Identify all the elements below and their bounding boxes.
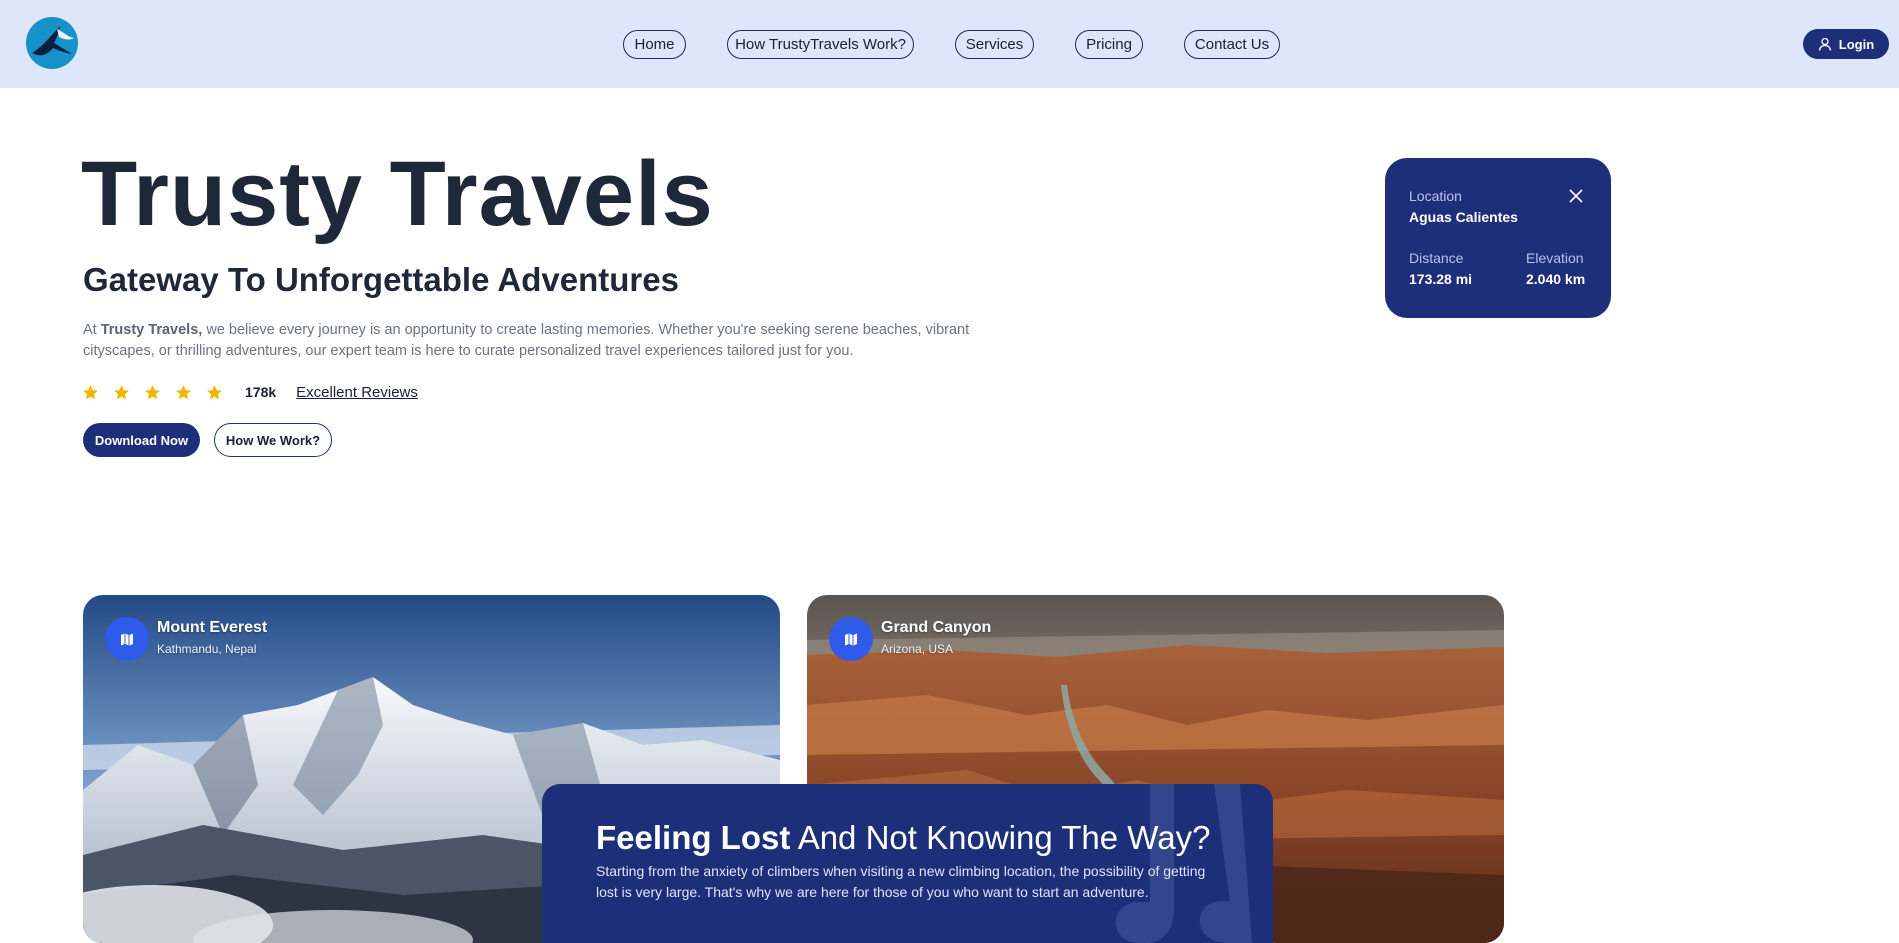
user-icon [1818, 37, 1831, 51]
nav-pricing[interactable]: Pricing [1075, 30, 1143, 59]
nav-home[interactable]: Home [623, 30, 686, 59]
top-navigation-bar: Home How TrustyTravels Work? Services Pr… [0, 0, 1899, 88]
feeling-lost-description: Starting from the anxiety of climbers wh… [596, 863, 1206, 900]
star-icon [145, 384, 160, 399]
nav-contact-us[interactable]: Contact Us [1184, 30, 1280, 59]
login-button[interactable]: Login [1803, 29, 1889, 59]
hero-title: Trusty Travels [81, 143, 714, 245]
elevation-value: 2.040 km [1526, 271, 1586, 287]
destination-place: Arizona, USA [881, 642, 954, 656]
hero-desc-prefix: At [83, 322, 101, 338]
star-icon [83, 384, 98, 399]
nav-services[interactable]: Services [955, 30, 1034, 59]
destination-name: Mount Everest [157, 619, 268, 636]
feeling-lost-title-rest: And Not Knowing The Way? [790, 819, 1211, 856]
location-label: Location [1409, 188, 1462, 204]
login-label: Login [1838, 36, 1875, 52]
how-we-work-button[interactable]: How We Work? [214, 423, 332, 457]
review-count: 178k [245, 384, 277, 400]
download-now-button[interactable]: Download Now [83, 423, 200, 457]
rating-row: 178k Excellent Reviews [82, 380, 418, 404]
star-icon [176, 384, 191, 399]
distance-value: 173.28 mi [1409, 271, 1473, 287]
star-icon [114, 384, 129, 399]
map-icon [121, 633, 133, 646]
elevation-label: Elevation [1526, 250, 1584, 266]
star-rating [82, 384, 237, 401]
location-value: Aguas Calientes [1409, 209, 1518, 225]
hero-description: At Trusty Travels, we believe every jour… [83, 320, 1003, 362]
star-icon [207, 384, 222, 399]
map-pin-button[interactable] [105, 617, 149, 661]
hero-subtitle: Gateway To Unforgettable Adventures [83, 261, 679, 298]
feeling-lost-title: Feeling Lost And Not Knowing The Way? [596, 819, 1210, 857]
map-icon [845, 633, 857, 646]
feeling-lost-banner: Feeling Lost And Not Knowing The Way? St… [542, 784, 1273, 943]
distance-label: Distance [1409, 250, 1464, 266]
destination-place: Kathmandu, Nepal [157, 642, 257, 656]
close-icon[interactable] [1568, 188, 1584, 204]
hero-desc-body: we believe every journey is an opportuni… [83, 322, 970, 359]
feeling-lost-title-bold: Feeling Lost [596, 819, 791, 856]
excellent-reviews-link[interactable]: Excellent Reviews [296, 384, 418, 401]
nav-how-it-works[interactable]: How TrustyTravels Work? [727, 30, 914, 59]
map-pin-button[interactable] [829, 617, 873, 661]
main-nav: Home How TrustyTravels Work? Services Pr… [0, 30, 1899, 60]
location-info-card: Location Aguas Calientes Distance 173.28… [1385, 158, 1611, 318]
hero-desc-brand: Trusty Travels, [100, 322, 203, 338]
destination-name: Grand Canyon [881, 619, 992, 636]
